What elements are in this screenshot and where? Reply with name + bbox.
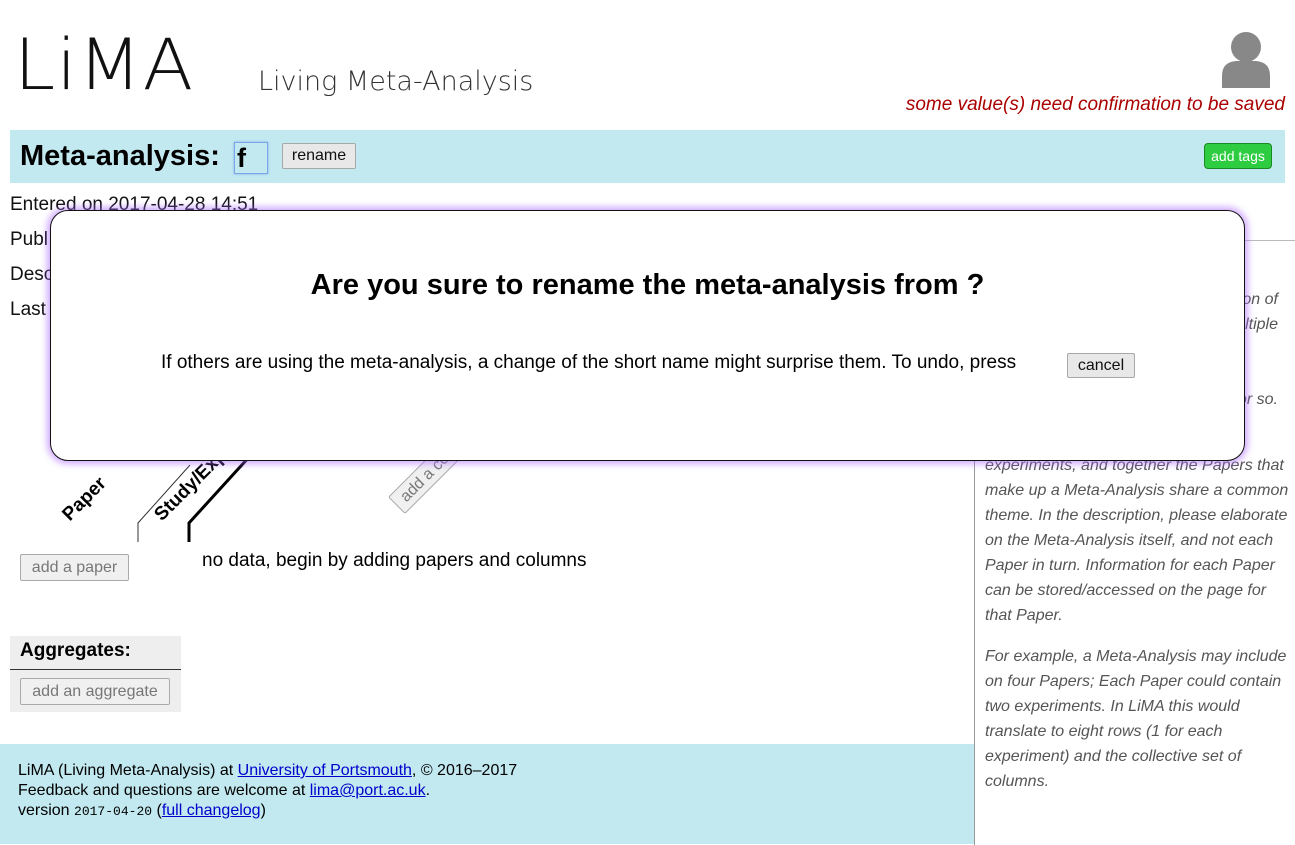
footer-text: Feedback and questions are welcome at [18,782,310,799]
footer-text: , © 2016–2017 [411,762,518,779]
university-link[interactable]: University of Portsmouth [238,762,412,779]
dialog-title: Are you sure to rename the meta-analysis… [310,269,985,301]
title-bar: Meta-analysis: rename add tags [10,130,1285,183]
changelog-link[interactable]: full changelog [162,802,261,819]
last-modified-label: Last [10,299,46,320]
footer-text: ( [152,802,162,819]
description-label: Desc [10,264,54,285]
aggregates-section: Aggregates: add an aggregate [10,636,181,712]
footer-text: . [425,782,431,799]
cancel-button[interactable]: cancel [1067,353,1135,378]
footer-text: version [18,802,75,819]
add-paper-button[interactable]: add a paper [20,554,129,581]
help-paragraph: For example, a Meta-Analysis may include… [985,648,1287,790]
version-number: 2017-04-20 [74,804,153,819]
column-header-paper: Paper [58,473,111,526]
add-tags-button[interactable]: add tags [1204,143,1272,169]
page-title: Meta-analysis: [20,140,220,172]
add-aggregate-button[interactable]: add an aggregate [20,678,170,705]
footer-text: LiMA (Living Meta-Analysis) at [18,762,238,779]
user-avatar-icon[interactable] [1220,30,1272,88]
unsaved-warning: some value(s) need confirmation to be sa… [905,94,1285,115]
help-paragraph: experiments, and together the Papers tha… [985,457,1289,624]
footer-text: ) [260,802,266,819]
aggregates-divider [10,669,181,670]
site-tagline: Living Meta-Analysis [258,66,534,97]
page-footer: LiMA (Living Meta-Analysis) at Universit… [0,744,974,844]
rename-confirm-dialog: Are you sure to rename the meta-analysis… [50,210,1245,461]
published-label: Publ [10,229,49,250]
dialog-message: If others are using the meta-analysis, a… [161,352,1017,373]
rename-button[interactable]: rename [282,143,356,169]
meta-analysis-name-input[interactable] [234,142,268,174]
email-link[interactable]: lima@port.ac.uk [310,782,426,799]
aggregates-title: Aggregates: [20,640,131,661]
no-data-message: no data, begin by adding papers and colu… [202,550,587,571]
lima-logo[interactable]: LiMA [14,20,194,110]
